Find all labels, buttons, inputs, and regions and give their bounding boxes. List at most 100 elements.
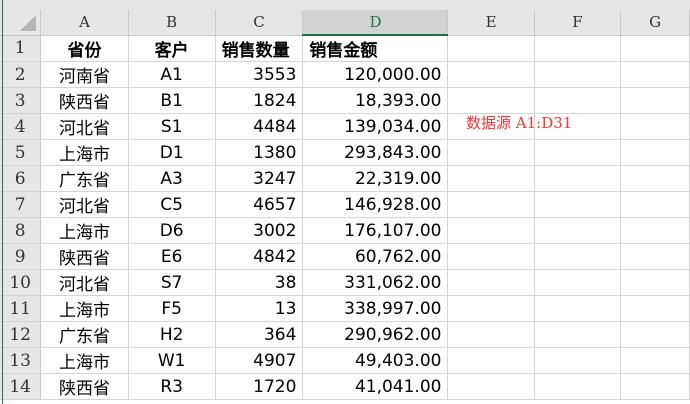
cell[interactable]: 上海市 <box>40 347 129 374</box>
row-header[interactable]: 3 <box>0 87 42 114</box>
row-header[interactable]: 6 <box>0 165 42 192</box>
cell[interactable] <box>620 87 690 114</box>
cell[interactable] <box>447 61 535 88</box>
cell[interactable]: 364 <box>215 321 304 348</box>
cell[interactable] <box>534 61 622 88</box>
cell[interactable] <box>620 191 690 218</box>
row-header[interactable]: 8 <box>0 217 42 244</box>
cell[interactable] <box>620 269 690 296</box>
cell[interactable]: B1 <box>128 87 216 114</box>
cell[interactable] <box>534 373 622 400</box>
cell[interactable] <box>620 295 690 322</box>
row-header[interactable]: 10 <box>0 269 42 296</box>
cell[interactable] <box>620 35 690 62</box>
column-header-f[interactable]: F <box>534 10 622 36</box>
cell[interactable]: 120,000.00 <box>302 61 449 88</box>
cell[interactable]: C5 <box>128 191 216 218</box>
cell[interactable]: 河北省 <box>40 191 129 218</box>
cell[interactable]: 3553 <box>215 61 304 88</box>
cell[interactable]: 293,843.00 <box>302 139 449 166</box>
cell[interactable]: 4484 <box>215 113 304 140</box>
cell[interactable] <box>620 347 690 374</box>
cell[interactable] <box>620 165 690 192</box>
cell[interactable] <box>447 321 535 348</box>
cell[interactable] <box>534 35 622 62</box>
cell[interactable] <box>620 321 690 348</box>
cell[interactable] <box>447 165 535 192</box>
spreadsheet-grid[interactable]: A B C D E F G 1 省份 客户 销售数量 销售金额 2 河南省 A1 3553 120,000.00… <box>0 10 690 400</box>
cell[interactable]: 广东省 <box>40 321 129 348</box>
select-all-button[interactable] <box>0 10 42 36</box>
cell[interactable]: 4657 <box>215 191 304 218</box>
cell[interactable]: 4842 <box>215 243 304 270</box>
cell[interactable]: 上海市 <box>40 139 129 166</box>
cell[interactable]: A1 <box>128 61 216 88</box>
cell[interactable]: 176,107.00 <box>302 217 449 244</box>
cell[interactable]: 3002 <box>215 217 304 244</box>
cell[interactable] <box>447 243 535 270</box>
cell[interactable] <box>534 139 622 166</box>
cell[interactable]: 河北省 <box>40 269 129 296</box>
cell[interactable]: 1824 <box>215 87 304 114</box>
row-header[interactable]: 13 <box>0 347 42 374</box>
cell[interactable] <box>447 373 535 400</box>
cell[interactable]: 13 <box>215 295 304 322</box>
data-source-note[interactable]: 数据源 A1:D31 <box>466 112 572 133</box>
cell[interactable] <box>620 139 690 166</box>
cell[interactable]: S1 <box>128 113 216 140</box>
cell[interactable]: 陕西省 <box>40 87 129 114</box>
row-header[interactable]: 2 <box>0 61 42 88</box>
cell[interactable]: 338,997.00 <box>302 295 449 322</box>
cell[interactable]: 290,962.00 <box>302 321 449 348</box>
cell[interactable]: 38 <box>215 269 304 296</box>
cell[interactable] <box>447 347 535 374</box>
cell[interactable] <box>534 243 622 270</box>
cell[interactable]: D1 <box>128 139 216 166</box>
cell[interactable] <box>534 165 622 192</box>
cell[interactable]: 146,928.00 <box>302 191 449 218</box>
cell[interactable] <box>447 87 535 114</box>
cell[interactable]: 上海市 <box>40 217 129 244</box>
cell[interactable]: W1 <box>128 347 216 374</box>
cell[interactable] <box>620 217 690 244</box>
cell[interactable]: 广东省 <box>40 165 129 192</box>
cell[interactable]: R3 <box>128 373 216 400</box>
cell[interactable]: E6 <box>128 243 216 270</box>
cell[interactable] <box>447 269 535 296</box>
row-header[interactable]: 12 <box>0 321 42 348</box>
cell[interactable]: 4907 <box>215 347 304 374</box>
row-header[interactable]: 4 <box>0 113 42 140</box>
cell[interactable]: 1380 <box>215 139 304 166</box>
cell[interactable] <box>620 373 690 400</box>
cell[interactable]: 河北省 <box>40 113 129 140</box>
cell[interactable]: D6 <box>128 217 216 244</box>
cell[interactable] <box>447 191 535 218</box>
cell[interactable] <box>534 87 622 114</box>
cell[interactable]: A3 <box>128 165 216 192</box>
cell[interactable] <box>534 347 622 374</box>
cell[interactable] <box>447 35 535 62</box>
cell[interactable]: 陕西省 <box>40 243 129 270</box>
cell[interactable]: 139,034.00 <box>302 113 449 140</box>
header-cell[interactable]: 客户 <box>128 35 216 62</box>
header-cell[interactable]: 销售数量 <box>215 35 304 62</box>
cell[interactable] <box>447 139 535 166</box>
cell[interactable] <box>534 269 622 296</box>
cell[interactable] <box>534 191 622 218</box>
cell[interactable]: 60,762.00 <box>302 243 449 270</box>
column-header-d[interactable]: D <box>302 10 449 36</box>
row-header[interactable]: 7 <box>0 191 42 218</box>
cell[interactable]: 18,393.00 <box>302 87 449 114</box>
cell[interactable]: 41,041.00 <box>302 373 449 400</box>
cell[interactable] <box>534 295 622 322</box>
cell[interactable]: F5 <box>128 295 216 322</box>
column-header-b[interactable]: B <box>128 10 216 36</box>
column-header-g[interactable]: G <box>620 10 690 36</box>
column-header-a[interactable]: A <box>40 10 129 36</box>
cell[interactable]: 49,403.00 <box>302 347 449 374</box>
cell[interactable]: 331,062.00 <box>302 269 449 296</box>
cell[interactable] <box>534 321 622 348</box>
cell[interactable]: 上海市 <box>40 295 129 322</box>
cell[interactable] <box>620 243 690 270</box>
cell[interactable]: 河南省 <box>40 61 129 88</box>
